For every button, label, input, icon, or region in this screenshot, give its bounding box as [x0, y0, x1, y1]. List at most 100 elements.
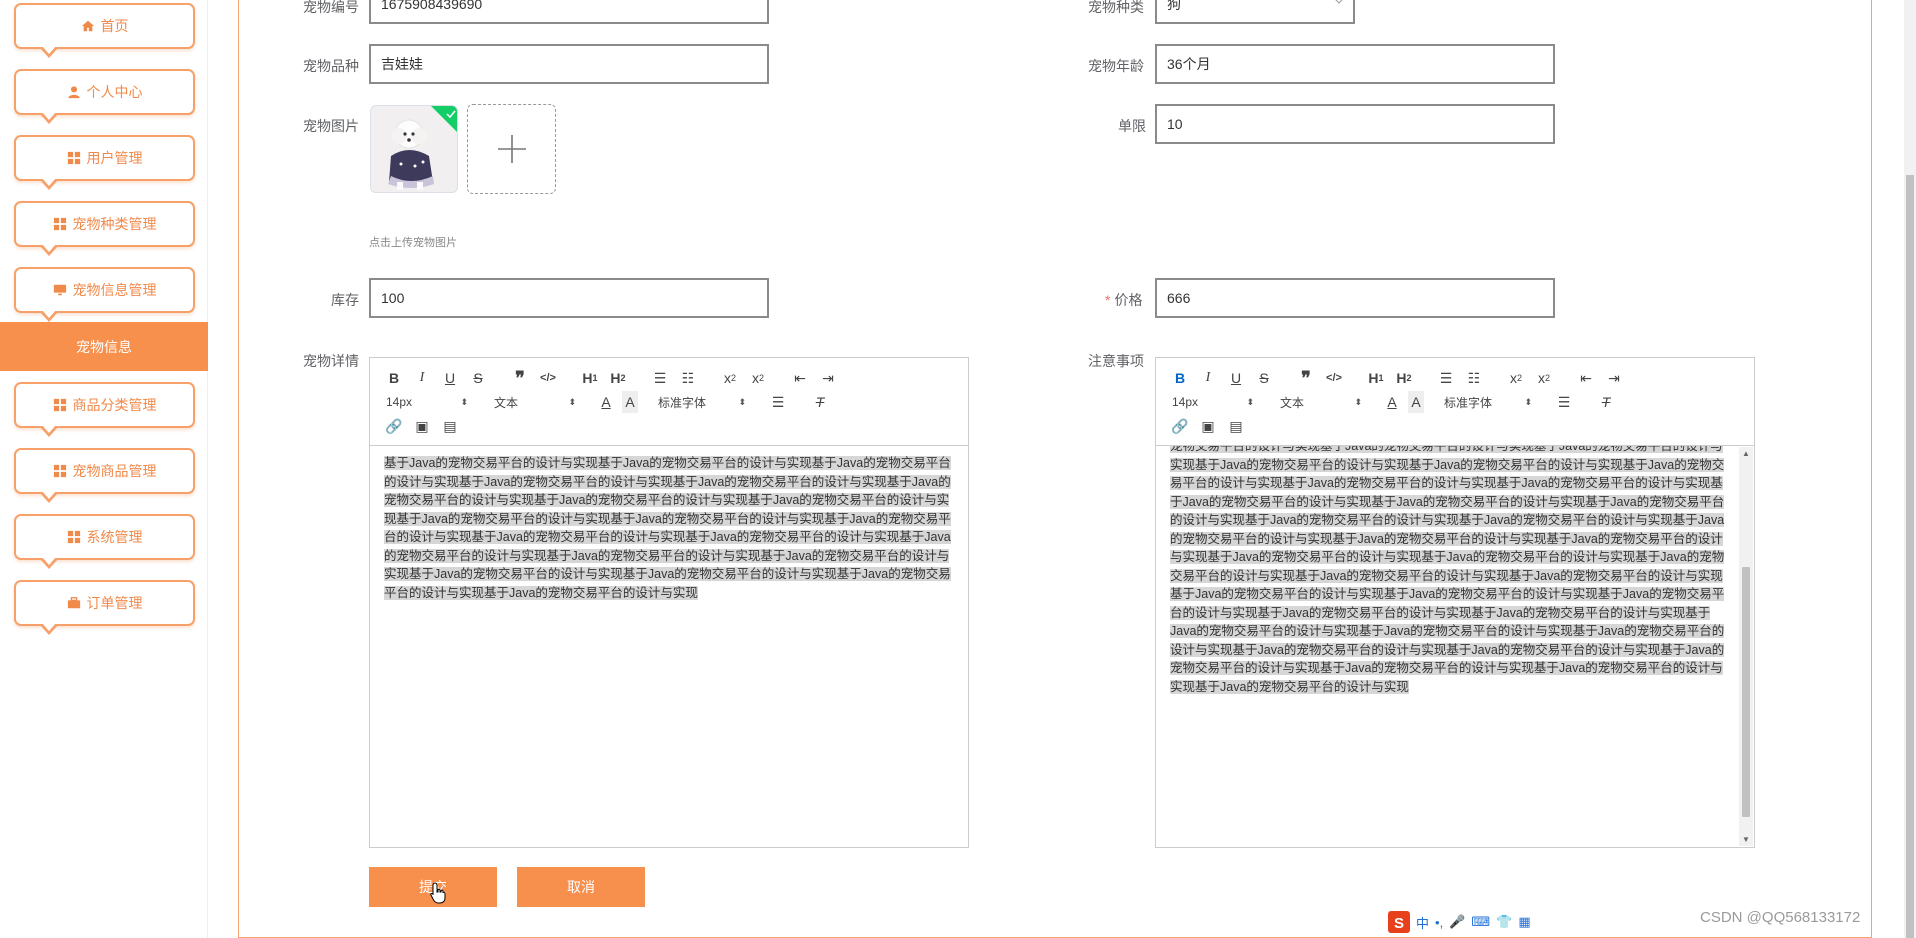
superscript-icon[interactable]: x2 — [744, 367, 772, 389]
code-block-icon[interactable]: </> — [534, 367, 562, 389]
code-block-icon[interactable]: </> — [1320, 367, 1348, 389]
video-icon[interactable]: ▤ — [436, 415, 464, 437]
pet-image-thumbnail[interactable] — [370, 105, 458, 193]
header2-icon[interactable]: H2 — [604, 367, 632, 389]
upload-hint: 点击上传宠物图片 — [369, 237, 457, 249]
age-input[interactable]: 36个月 — [1155, 44, 1555, 84]
sidebar-item-product-categories[interactable]: 商品分类管理 — [14, 382, 195, 437]
sidebar-item-orders[interactable]: 订单管理 — [14, 580, 195, 635]
ime-toolbar[interactable]: S 中 •, 🎤 ⌨ 👕 ▦ — [1384, 910, 1535, 934]
stock-input[interactable]: 100 — [369, 278, 769, 318]
pet-type-select[interactable]: 狗 — [1155, 0, 1355, 24]
ime-lang[interactable]: 中 — [1416, 913, 1429, 932]
blockquote-icon[interactable]: ❞ — [506, 367, 534, 389]
pet-no-value: 1675908439690 — [381, 0, 483, 12]
font-color-icon[interactable]: A — [1378, 391, 1406, 413]
sidebar-item-pet-types[interactable]: 宠物种类管理 — [14, 201, 195, 256]
font-size-select[interactable]: 14px ⬍ — [380, 391, 474, 413]
outdent-icon[interactable]: ⇤ — [786, 367, 814, 389]
notes-editor-scrollbar[interactable]: ▲ ▼ — [1739, 447, 1753, 846]
price-label: * 价格 — [1105, 290, 1142, 310]
notes-editor-content[interactable]: 宠物交易平台的设计与实现基于Java的宠物交易平台的设计与实现基于Java的宠物… — [1156, 446, 1754, 847]
bold-icon[interactable]: B — [1166, 367, 1194, 389]
underline-icon[interactable]: U — [436, 367, 464, 389]
link-icon[interactable]: 🔗 — [1166, 415, 1194, 437]
bold-icon[interactable]: B — [380, 367, 408, 389]
upload-add-button[interactable] — [467, 104, 556, 194]
blockquote-icon[interactable]: ❞ — [1292, 367, 1320, 389]
sidebar-item-home[interactable]: 首页 — [14, 3, 195, 58]
italic-icon[interactable]: I — [408, 367, 436, 389]
font-size-select[interactable]: 14px ⬍ — [1166, 391, 1260, 413]
header1-icon[interactable]: H1 — [576, 367, 604, 389]
sidebar-subitem-pet-info[interactable]: 宠物信息 — [0, 322, 208, 371]
pet-type-value: 狗 — [1167, 0, 1181, 12]
limit-input[interactable]: 10 — [1155, 104, 1555, 144]
age-label: 宠物年龄 — [1088, 58, 1144, 74]
app-root: 首页 个人中心 用户管理 宠物种类管理 宠物信息管理 宠物信息 商品分类管理 宠… — [0, 0, 1916, 938]
background-color-icon[interactable]: A — [1408, 391, 1424, 413]
underline-icon[interactable]: U — [1222, 367, 1250, 389]
cancel-button[interactable]: 取消 — [517, 867, 645, 907]
scrollbar-thumb[interactable] — [1742, 567, 1750, 817]
superscript-icon[interactable]: x2 — [1530, 367, 1558, 389]
align-icon[interactable]: ☰ — [764, 391, 792, 413]
breed-input[interactable]: 吉娃娃 — [369, 44, 769, 84]
pet-no-input[interactable]: 1675908439690 — [369, 0, 769, 24]
clean-format-icon[interactable]: T — [806, 391, 834, 413]
detail-editor[interactable]: B I U S ❞ </> H1 H2 ☰ ☷ x2 x2 ⇤ ⇥ 14px ⬍… — [369, 357, 969, 848]
bullet-list-icon[interactable]: ☷ — [1460, 367, 1488, 389]
italic-icon[interactable]: I — [1194, 367, 1222, 389]
skin-icon[interactable]: 👕 — [1496, 914, 1512, 930]
indent-icon[interactable]: ⇥ — [1600, 367, 1628, 389]
strike-icon[interactable]: S — [464, 367, 492, 389]
notes-editor[interactable]: B I U S ❞ </> H1 H2 ☰ ☷ x2 x2 ⇤ ⇥ 14px ⬍… — [1155, 357, 1755, 848]
link-icon[interactable]: 🔗 — [380, 415, 408, 437]
updown-icon: ⬍ — [1524, 396, 1532, 407]
scroll-down-icon[interactable]: ▼ — [1742, 835, 1750, 844]
subscript-icon[interactable]: x2 — [1502, 367, 1530, 389]
ordered-list-icon[interactable]: ☰ — [646, 367, 674, 389]
page-scrollbar-thumb[interactable] — [1906, 175, 1914, 938]
punctuation-icon[interactable]: •, — [1435, 915, 1443, 930]
header1-icon[interactable]: H1 — [1362, 367, 1390, 389]
header-select[interactable]: 文本 ⬍ — [488, 391, 582, 413]
sidebar-item-users[interactable]: 用户管理 — [14, 135, 195, 190]
breed-value: 吉娃娃 — [381, 56, 423, 72]
align-icon[interactable]: ☰ — [1550, 391, 1578, 413]
header-select[interactable]: 文本 ⬍ — [1274, 391, 1368, 413]
detail-editor-content[interactable]: 基于Java的宠物交易平台的设计与实现基于Java的宠物交易平台的设计与实现基于… — [370, 446, 968, 847]
updown-icon: ⬍ — [1354, 396, 1362, 407]
sidebar-item-system[interactable]: 系统管理 — [14, 514, 195, 569]
indent-icon[interactable]: ⇥ — [814, 367, 842, 389]
sidebar-item-profile[interactable]: 个人中心 — [14, 69, 195, 124]
updown-icon: ⬍ — [568, 396, 576, 407]
header2-icon[interactable]: H2 — [1390, 367, 1418, 389]
scroll-up-icon[interactable]: ▲ — [1742, 449, 1750, 458]
font-family-select[interactable]: 标准字体 ⬍ — [1438, 391, 1538, 413]
font-family-value: 标准字体 — [1444, 395, 1493, 410]
video-icon[interactable]: ▤ — [1222, 415, 1250, 437]
clean-format-icon[interactable]: T — [1592, 391, 1620, 413]
font-family-select[interactable]: 标准字体 ⬍ — [652, 391, 752, 413]
sidebar-item-pet-info[interactable]: 宠物信息管理 — [14, 267, 195, 322]
bullet-list-icon[interactable]: ☷ — [674, 367, 702, 389]
toolbox-icon[interactable]: ▦ — [1518, 914, 1530, 930]
price-input[interactable]: 666 — [1155, 278, 1555, 318]
font-color-icon[interactable]: A — [592, 391, 620, 413]
grid-icon — [53, 217, 66, 231]
keyboard-icon[interactable]: ⌨ — [1471, 914, 1490, 930]
strike-icon[interactable]: S — [1250, 367, 1278, 389]
background-color-icon[interactable]: A — [622, 391, 638, 413]
sidebar-item-label: 用户管理 — [86, 150, 143, 166]
outdent-icon[interactable]: ⇤ — [1572, 367, 1600, 389]
subscript-icon[interactable]: x2 — [716, 367, 744, 389]
ordered-list-icon[interactable]: ☰ — [1432, 367, 1460, 389]
image-icon[interactable]: ▣ — [408, 415, 436, 437]
image-icon[interactable]: ▣ — [1194, 415, 1222, 437]
sidebar-item-pet-products[interactable]: 宠物商品管理 — [14, 448, 195, 503]
microphone-icon[interactable]: 🎤 — [1449, 914, 1465, 930]
sidebar-item-label: 订单管理 — [86, 595, 143, 611]
page-scrollbar[interactable] — [1904, 0, 1916, 938]
font-family-value: 标准字体 — [658, 395, 707, 410]
